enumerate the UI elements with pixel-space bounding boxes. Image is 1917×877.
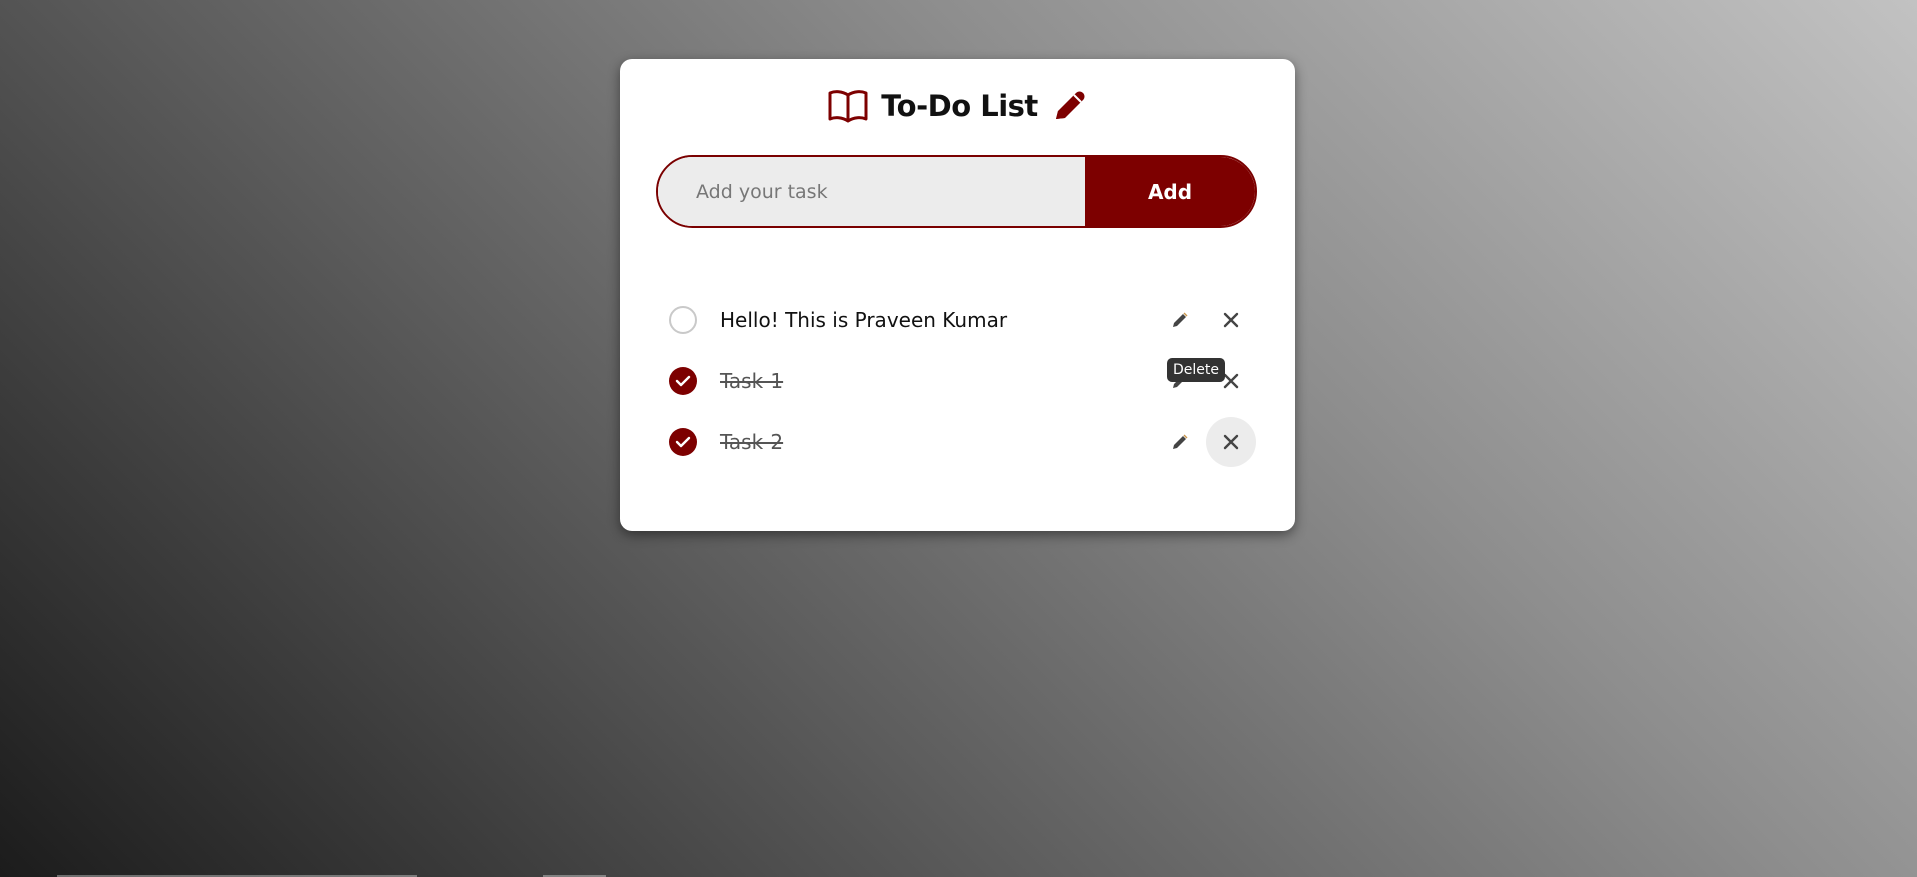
- pencil-icon: [1173, 434, 1188, 449]
- task-list: Hello! This is Praveen Kumar Task-1 Task…: [656, 289, 1257, 472]
- task-checkbox[interactable]: [669, 366, 697, 395]
- task-input[interactable]: [658, 157, 1085, 226]
- task-checkbox[interactable]: [669, 427, 697, 456]
- task-text[interactable]: Hello! This is Praveen Kumar: [720, 308, 1007, 332]
- checkmark-icon: [675, 436, 691, 447]
- close-icon: [1223, 312, 1239, 327]
- task-item: Task-2: [656, 411, 1257, 472]
- todo-card: To-Do List Add Hello! This is Praveen Ku…: [620, 59, 1295, 531]
- task-text[interactable]: Task-1: [720, 369, 783, 393]
- delete-button[interactable]: [1206, 295, 1256, 345]
- pencil-icon: [1050, 87, 1088, 125]
- book-open-icon: [827, 88, 869, 124]
- add-button[interactable]: Add: [1085, 157, 1255, 226]
- add-task-form: Add: [656, 155, 1257, 228]
- edit-button[interactable]: [1169, 431, 1191, 453]
- checkmark-icon: [675, 375, 691, 386]
- close-icon: [1223, 373, 1239, 388]
- task-item: Task-1: [656, 350, 1257, 411]
- task-text[interactable]: Task-2: [720, 430, 783, 454]
- task-checkbox[interactable]: [669, 305, 697, 334]
- edit-button[interactable]: [1169, 309, 1191, 331]
- delete-button[interactable]: [1206, 416, 1256, 467]
- delete-tooltip: Delete: [1167, 358, 1225, 382]
- close-icon: [1223, 434, 1239, 449]
- task-item: Hello! This is Praveen Kumar: [656, 289, 1257, 350]
- page-title: To-Do List: [881, 89, 1038, 123]
- app-header: To-Do List: [620, 87, 1295, 125]
- pencil-icon: [1173, 312, 1188, 327]
